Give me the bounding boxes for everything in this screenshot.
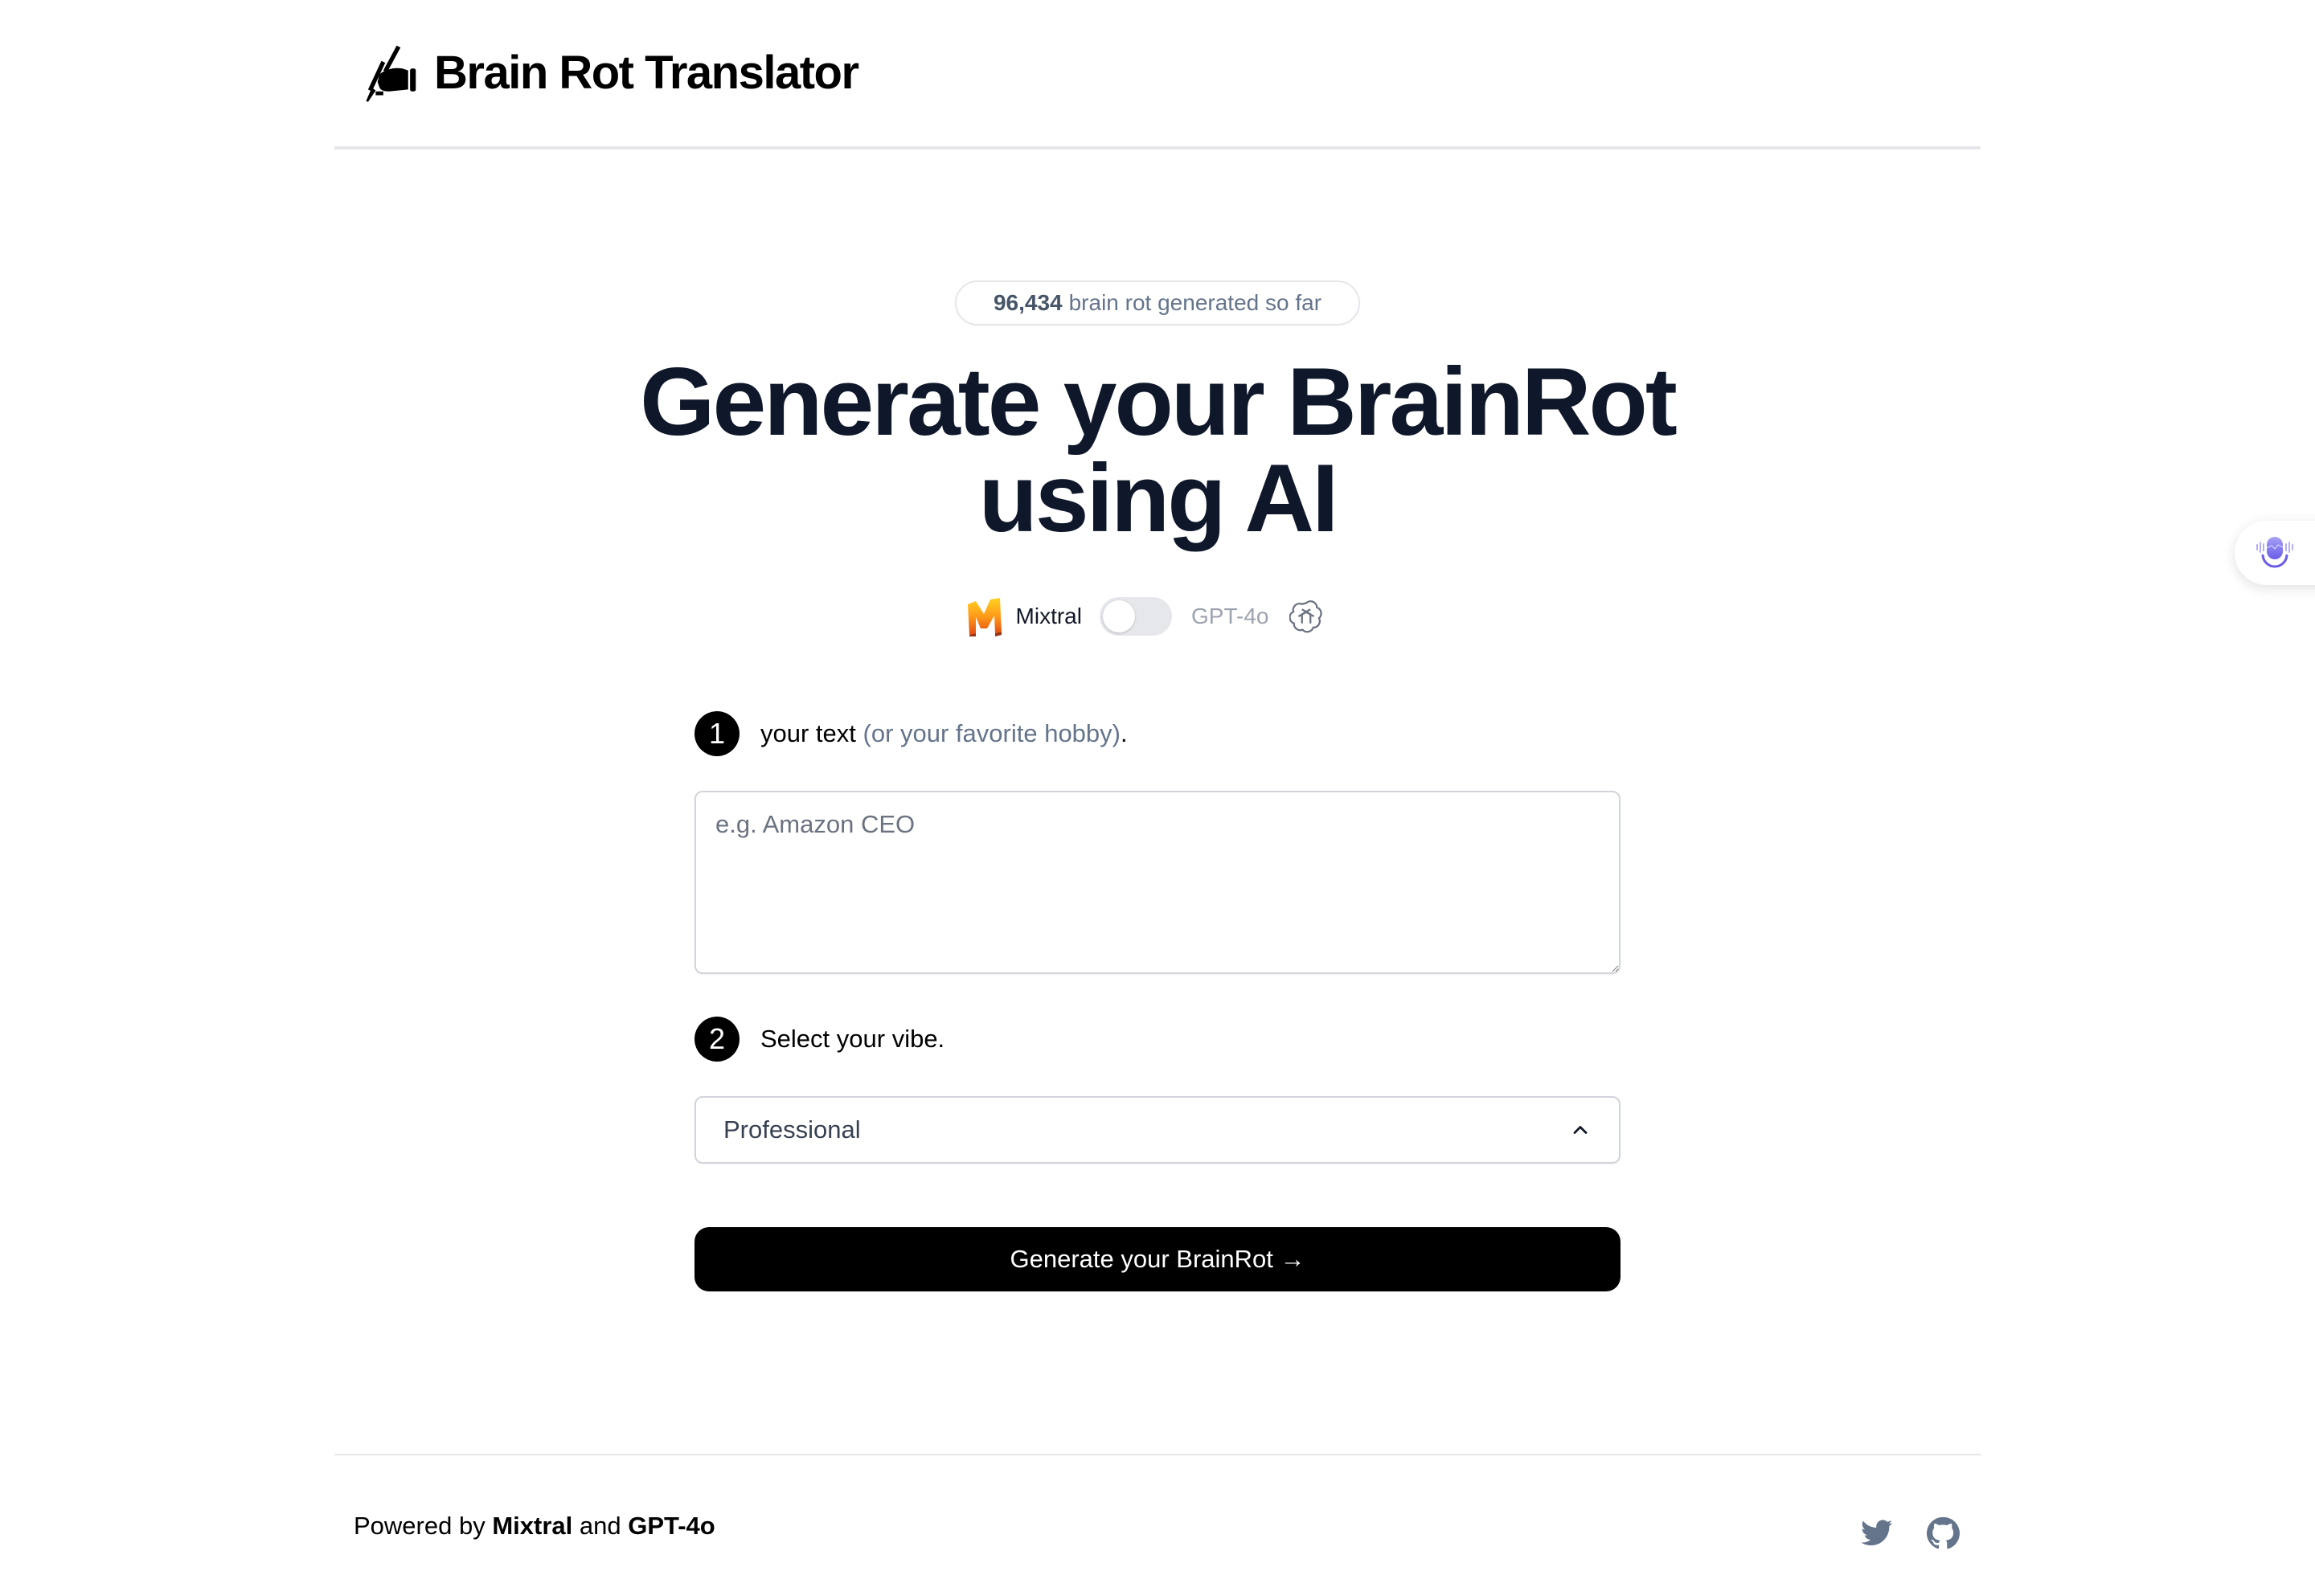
vibe-select-value: Professional (723, 1115, 861, 1144)
site-footer: Powered by Mixtral and GPT-4o (334, 1454, 1981, 1596)
mixtral-label[interactable]: Mixtral (1016, 604, 1082, 629)
chevron-up-icon (1573, 1126, 1588, 1134)
hero-line-2: using AI (978, 444, 1339, 552)
generation-counter-badge: 96,434 brain rot generated so far (955, 280, 1360, 325)
generate-button[interactable]: Generate your BrainRot → (694, 1227, 1620, 1291)
github-link[interactable] (1926, 1516, 1960, 1550)
hero-line-1: Generate your BrainRot (640, 348, 1678, 456)
text-input[interactable] (694, 791, 1620, 974)
voice-assistant-icon (2256, 537, 2293, 568)
step-1-text: your text (or your favorite hobby). (760, 719, 1128, 748)
site-header: Brain Rot Translator (334, 0, 1981, 149)
step-1-title: your text (760, 719, 856, 747)
powered-by-gpt4o: GPT-4o (628, 1512, 715, 1540)
site-title: Brain Rot Translator (434, 46, 859, 99)
step-2-number: 2 (694, 1017, 740, 1062)
writing-hand-icon (366, 45, 416, 102)
voice-assistant-widget[interactable] (2235, 521, 2315, 585)
powered-by-prefix: Powered by (354, 1512, 493, 1540)
model-selector: Mixtral GPT-4o (0, 596, 2315, 636)
twitter-icon (1861, 1520, 1893, 1546)
step-1-hint: (or your favorite hobby) (862, 719, 1121, 747)
powered-by-mixtral: Mixtral (492, 1512, 573, 1540)
social-links (1860, 1516, 1960, 1550)
openai-icon (1289, 600, 1323, 633)
powered-by-and: and (572, 1512, 629, 1540)
step-1-label: 1 your text (or your favorite hobby). (694, 711, 1128, 756)
gpt4o-label[interactable]: GPT-4o (1191, 604, 1268, 629)
step-1-period: . (1121, 719, 1128, 747)
step-2-label: 2 Select your vibe. (694, 1017, 944, 1062)
powered-by-text: Powered by Mixtral and GPT-4o (354, 1512, 715, 1541)
github-icon (1926, 1516, 1960, 1549)
mistral-logo-icon (967, 598, 1002, 636)
step-2-title: Select your vibe. (760, 1025, 945, 1053)
twitter-link[interactable] (1860, 1516, 1894, 1550)
generation-count: 96,434 (993, 290, 1063, 315)
vibe-select[interactable]: Professional (694, 1096, 1620, 1164)
step-1-number: 1 (694, 711, 740, 756)
toggle-knob (1102, 600, 1135, 632)
home-link[interactable]: Brain Rot Translator (359, 42, 859, 103)
model-toggle-switch[interactable] (1099, 597, 1172, 636)
hero-heading: Generate your BrainRot using AI (0, 354, 2315, 546)
generation-count-label: brain rot generated so far (1068, 290, 1322, 315)
